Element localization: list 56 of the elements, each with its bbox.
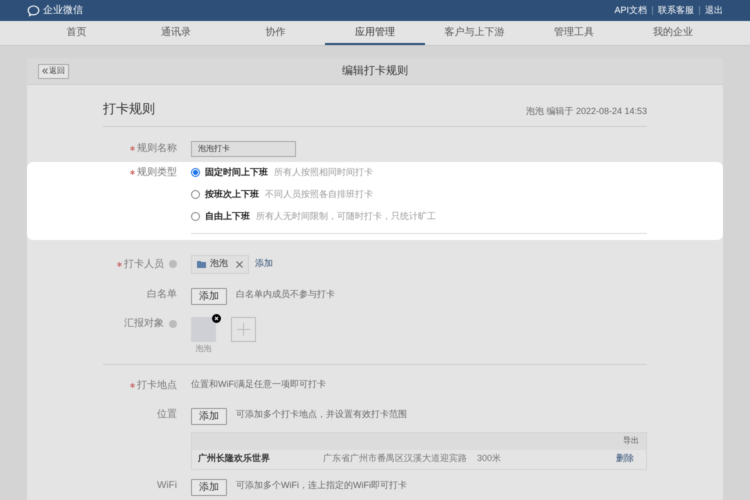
field-label: 汇报对象 [124,316,164,331]
nav-tab[interactable]: 首页 [27,21,126,45]
plus-icon [237,322,250,336]
option-label: 按班次上下班 [205,188,259,201]
folder-icon [197,260,206,268]
radio-button[interactable] [191,190,200,199]
logo-text: 企业微信 [43,4,83,18]
nav-tab[interactable]: 通讯录 [126,21,226,45]
add-link[interactable]: 添加 [255,257,273,271]
header-link[interactable]: 联系客服 [658,4,694,18]
field-label: 规则类型 [137,166,177,180]
header-link[interactable]: 退出 [705,4,723,18]
avatar-placeholder [191,316,216,342]
add-button[interactable]: 添加 [191,479,227,496]
add-button[interactable]: 添加 [191,408,227,425]
nav-tab[interactable]: 管理工具 [524,21,624,45]
page-title: 编辑打卡规则 [342,64,408,79]
add-tile[interactable] [231,316,256,342]
field-label: 位置 [157,408,177,422]
nav-tab[interactable]: 我的企业 [624,21,723,45]
add-button[interactable]: 添加 [191,288,227,305]
double-chevron-icon [42,68,48,74]
position-hint: 可添加多个打卡地点，并设置有效打卡范围 [236,408,407,421]
section-title: 打卡规则 [103,100,155,118]
nav-tab[interactable]: 客户与上下游 [424,21,524,45]
option-label: 自由上下班 [205,210,250,223]
option-description: 不同人员按照各自排班打卡 [265,188,373,201]
export-link[interactable]: 导出 [623,435,639,447]
field-label: 打卡人员 [124,258,164,272]
close-icon[interactable] [236,260,243,268]
nav-tab[interactable]: 协作 [226,21,326,45]
nav-tab[interactable]: 应用管理 [325,21,425,45]
header-link[interactable]: API文档 [614,4,647,18]
whitelist-hint: 白名单内成员不参与打卡 [236,288,335,301]
delete-link[interactable]: 删除 [616,452,634,466]
option-description: 所有人按照相同时间打卡 [274,166,373,179]
radio-button[interactable] [191,212,200,221]
tag-name: 泡泡 [210,257,228,270]
person-name: 泡泡 [196,344,212,354]
field-label: WiFi [157,479,177,493]
location-address: 广东省广州市番禺区汉溪大道迎宾路 [323,452,467,466]
location-range: 300米 [477,452,502,466]
field-label: 打卡地点 [137,378,177,392]
wifi-hint: 可添加多个WiFi，连上指定的WiFi即可打卡 [236,478,407,492]
edit-meta: 泡泡 编辑于 2022-08-24 14:53 [526,105,647,118]
radio-button[interactable] [191,168,200,177]
field-label: 白名单 [147,288,177,302]
option-description: 所有人无时间限制，可随时打卡，只统计旷工 [256,210,436,223]
remove-icon[interactable] [212,314,221,322]
rule-name-field[interactable]: 泡泡打卡 [191,140,296,156]
location-name: 广州长隆欢乐世界 [198,452,271,466]
option-label: 固定时间上下班 [205,166,268,179]
location-hint: 位置和WiFi满足任意一项即可打卡 [191,378,326,392]
field-label: 规则名称 [137,142,177,156]
chat-bubble-icon [27,4,40,16]
back-button[interactable]: 返回 [38,64,69,78]
